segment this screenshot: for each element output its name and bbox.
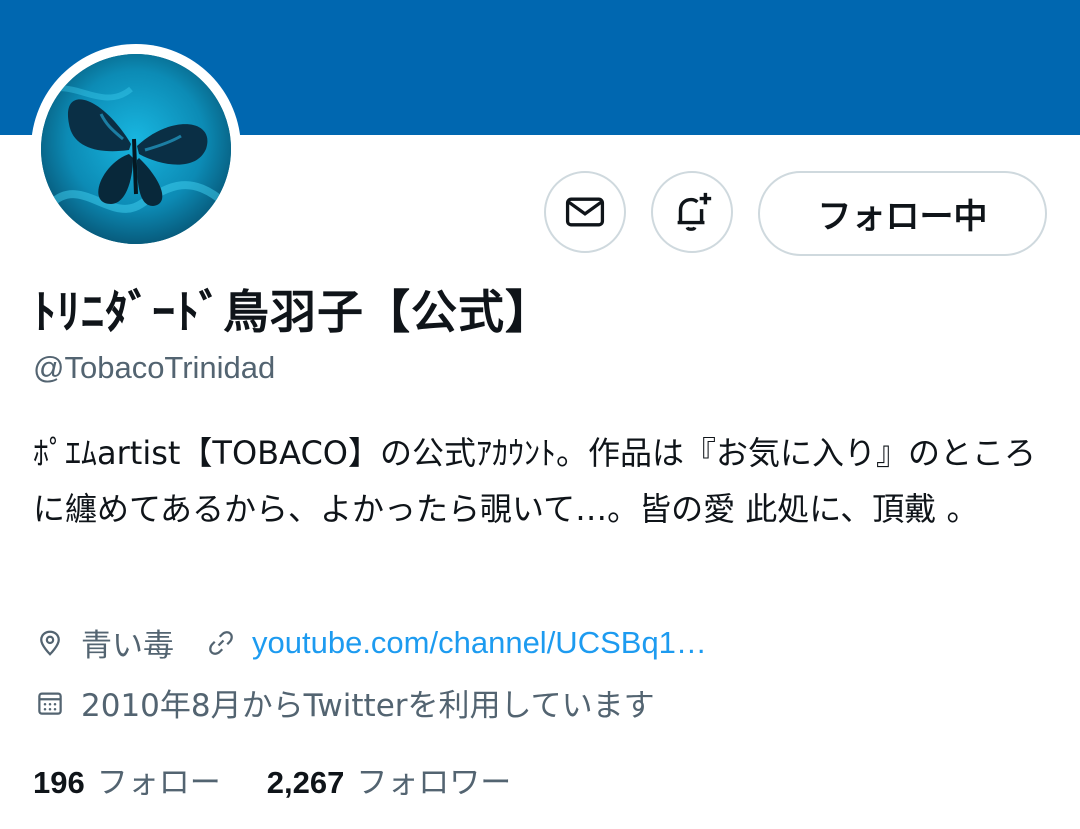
following-count: 196: [33, 765, 85, 800]
display-name: ﾄﾘﾆﾀﾞｰﾄﾞ鳥羽子【公式】: [33, 285, 552, 339]
bell-plus-icon: [677, 192, 712, 231]
website-link[interactable]: youtube.com/channel/UCSBq1…: [252, 625, 707, 661]
followers-label: フォロワー: [356, 765, 512, 801]
link-icon: [204, 626, 238, 660]
follow-stats: 196 フォロー 2,267 フォロワー: [33, 757, 511, 802]
message-button[interactable]: [544, 171, 626, 253]
followers-stat[interactable]: 2,267 フォロワー: [267, 757, 512, 802]
avatar[interactable]: [41, 54, 231, 244]
profile-bio: ﾎﾟｴﾑartist【TOBACO】の公式ｱｶｳﾝﾄ。作品は『お気に入り』のとこ…: [33, 434, 1036, 528]
following-label: フォロー: [96, 765, 221, 801]
calendar-icon: [33, 686, 67, 720]
location-link-row: 青い毒 youtube.com/channel/UCSBq1…: [33, 620, 707, 665]
followers-count: 2,267: [266, 765, 345, 800]
notifications-button[interactable]: [651, 171, 733, 253]
mail-icon: [565, 197, 605, 227]
join-date-text: 2010年8月からTwitterを利用しています: [81, 688, 655, 724]
location-pin-icon: [33, 626, 67, 660]
username-handle: @TobacoTrinidad: [33, 350, 276, 385]
location-text: 青い毒: [81, 628, 174, 664]
following-stat[interactable]: 196 フォロー: [33, 757, 221, 802]
join-date-row: 2010年8月からTwitterを利用しています: [33, 680, 655, 725]
following-button[interactable]: フォロー中: [758, 171, 1047, 256]
butterfly-avatar-image: [41, 54, 231, 244]
avatar-frame: [31, 44, 241, 254]
